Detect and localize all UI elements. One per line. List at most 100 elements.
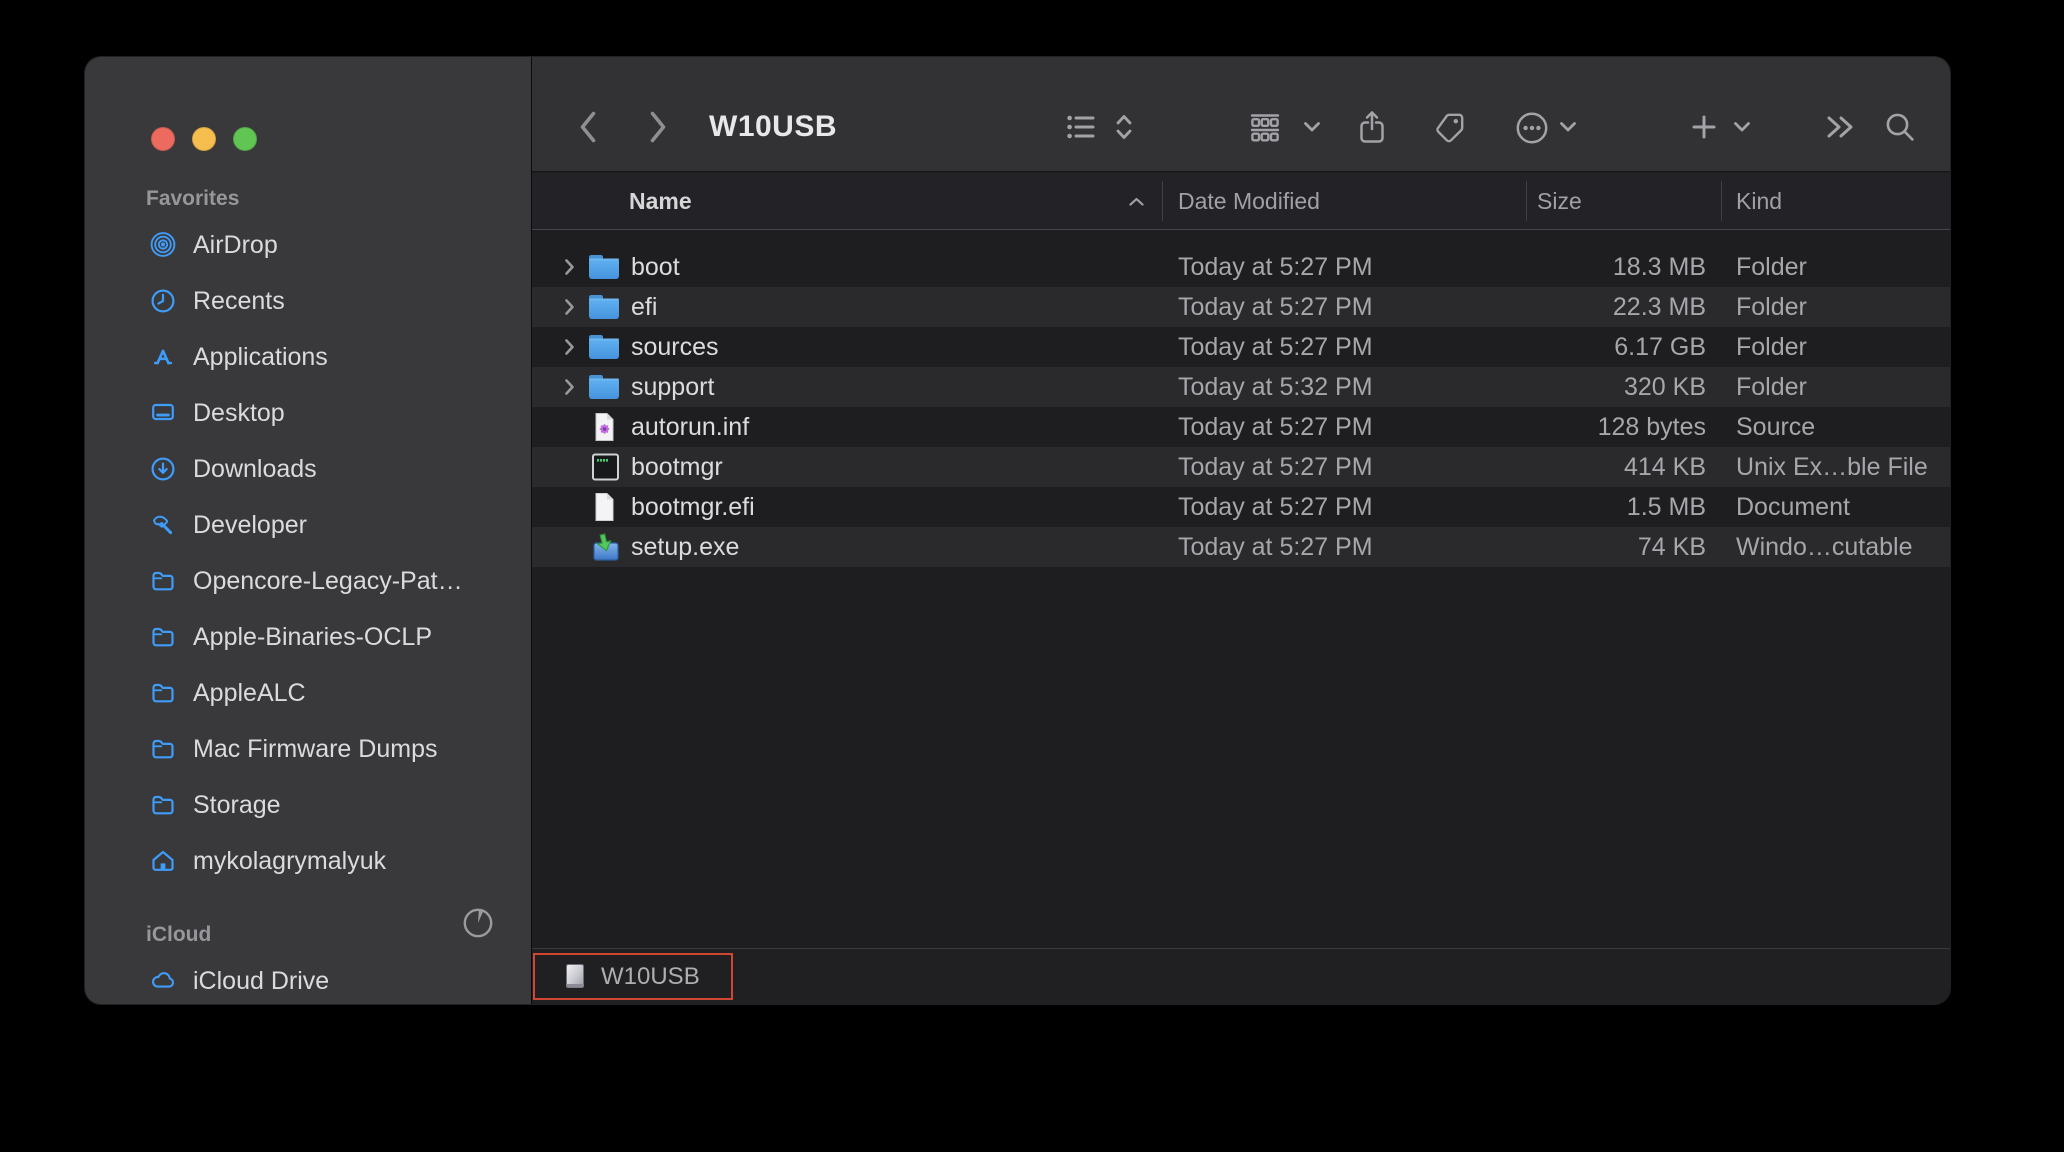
disclosure-chevron-icon[interactable] xyxy=(560,247,578,287)
folder-icon xyxy=(586,252,622,282)
file-date-modified: Today at 5:27 PM xyxy=(1178,453,1373,481)
overflow-chevrons-icon[interactable] xyxy=(1824,113,1856,141)
sidebar-item-opencore-legacy-patcher[interactable]: Opencore-Legacy-Pat… xyxy=(85,553,531,609)
forward-button[interactable] xyxy=(647,109,669,145)
sync-progress-pie-icon xyxy=(460,905,496,941)
document-icon xyxy=(586,492,622,522)
file-date-modified: Today at 5:32 PM xyxy=(1178,373,1373,401)
file-kind: Unix Ex…ble File xyxy=(1736,453,1928,481)
table-row[interactable]: autorun.inf Today at 5:27 PM 128 bytes S… xyxy=(532,407,1950,447)
file-name: efi xyxy=(631,293,658,321)
file-size: 18.3 MB xyxy=(1612,253,1706,281)
table-row[interactable]: bootmgr Today at 5:27 PM 414 KB Unix Ex…… xyxy=(532,447,1950,487)
file-name: autorun.inf xyxy=(631,413,750,441)
file-name: sources xyxy=(631,333,719,361)
chevron-down-icon[interactable] xyxy=(1303,121,1321,133)
back-button[interactable] xyxy=(577,109,599,145)
column-divider[interactable] xyxy=(1162,181,1163,221)
table-row[interactable]: efi Today at 5:27 PM 22.3 MB Folder xyxy=(532,287,1950,327)
window-controls xyxy=(151,127,257,151)
airdrop-icon xyxy=(149,232,177,258)
chevron-down-icon[interactable] xyxy=(1559,121,1577,133)
file-size: 6.17 GB xyxy=(1614,333,1706,361)
table-row[interactable]: bootmgr.efi Today at 5:27 PM 1.5 MB Docu… xyxy=(532,487,1950,527)
column-divider[interactable] xyxy=(1721,181,1722,221)
file-size: 1.5 MB xyxy=(1626,493,1706,521)
folder-icon xyxy=(586,332,622,362)
table-row[interactable]: support Today at 5:32 PM 320 KB Folder xyxy=(532,367,1950,407)
sidebar-item-label: Recents xyxy=(193,286,285,315)
file-date-modified: Today at 5:27 PM xyxy=(1178,333,1373,361)
sidebar-item-developer[interactable]: Developer xyxy=(85,497,531,553)
toolbar: W10USB xyxy=(532,57,1950,172)
add-icon[interactable] xyxy=(1690,113,1718,141)
file-list: boot Today at 5:27 PM 18.3 MB Folder efi… xyxy=(532,247,1950,567)
file-name: boot xyxy=(631,253,680,281)
sidebar-item-recents[interactable]: Recents xyxy=(85,273,531,329)
close-button[interactable] xyxy=(151,127,175,151)
window-title: W10USB xyxy=(709,110,838,143)
sidebar-item-airdrop[interactable]: AirDrop xyxy=(85,217,531,273)
file-date-modified: Today at 5:27 PM xyxy=(1178,493,1373,521)
folder-icon xyxy=(586,372,622,402)
disclosure-chevron-icon[interactable] xyxy=(560,327,578,367)
sidebar-item-downloads[interactable]: Downloads xyxy=(85,441,531,497)
sidebar-item-label: Developer xyxy=(193,510,307,539)
folder-icon xyxy=(149,680,177,706)
sidebar-item-applications[interactable]: Applications xyxy=(85,329,531,385)
share-icon[interactable] xyxy=(1358,109,1386,145)
file-size: 414 KB xyxy=(1623,453,1706,481)
sidebar-item-mac-firmware-dumps[interactable]: Mac Firmware Dumps xyxy=(85,721,531,777)
file-size: 320 KB xyxy=(1623,373,1706,401)
tags-icon[interactable] xyxy=(1434,111,1466,143)
sidebar-item-desktop[interactable]: Desktop xyxy=(85,385,531,441)
path-bar-volume[interactable]: W10USB xyxy=(533,953,733,1000)
more-actions-icon[interactable] xyxy=(1514,110,1550,146)
disclosure-chevron-icon[interactable] xyxy=(560,367,578,407)
file-kind: Folder xyxy=(1736,333,1807,361)
disclosure-chevron-icon[interactable] xyxy=(560,287,578,327)
chevron-down-icon[interactable] xyxy=(1733,121,1751,133)
sidebar-item-label: iCloud Drive xyxy=(193,966,330,995)
view-list-icon[interactable] xyxy=(1066,113,1096,141)
file-name: support xyxy=(631,373,715,401)
sidebar-item-label: Storage xyxy=(193,790,281,819)
column-divider[interactable] xyxy=(1526,181,1527,221)
sidebar-item-label: AppleALC xyxy=(193,678,306,707)
disk-icon xyxy=(559,961,591,993)
table-row[interactable]: sources Today at 5:27 PM 6.17 GB Folder xyxy=(532,327,1950,367)
sidebar-item-storage[interactable]: Storage xyxy=(85,777,531,833)
file-kind: Folder xyxy=(1736,253,1807,281)
search-icon[interactable] xyxy=(1884,111,1916,143)
sidebar-item-label: Mac Firmware Dumps xyxy=(193,734,438,763)
sidebar-item-label: AirDrop xyxy=(193,230,278,259)
file-date-modified: Today at 5:27 PM xyxy=(1178,293,1373,321)
setup-info-file-icon xyxy=(586,412,622,442)
column-header-size[interactable]: Size xyxy=(1537,173,1582,229)
folder-icon xyxy=(149,736,177,762)
table-row[interactable]: boot Today at 5:27 PM 18.3 MB Folder xyxy=(532,247,1950,287)
unix-executable-icon xyxy=(586,452,622,482)
table-row[interactable]: setup.exe Today at 5:27 PM 74 KB Windo…c… xyxy=(532,527,1950,567)
sidebar-item-applealc[interactable]: AppleALC xyxy=(85,665,531,721)
sidebar-item-label: Applications xyxy=(193,342,328,371)
sidebar-item-label: Downloads xyxy=(193,454,317,483)
file-date-modified: Today at 5:27 PM xyxy=(1178,533,1373,561)
sidebar-item-label: Opencore-Legacy-Pat… xyxy=(193,566,463,595)
sidebar-item-label: mykolagrymalyuk xyxy=(193,846,387,875)
windows-installer-icon xyxy=(586,532,622,562)
view-sort-chevrons-icon[interactable] xyxy=(1115,112,1133,142)
column-headers: Name Date Modified Size Kind xyxy=(532,173,1950,230)
column-header-kind[interactable]: Kind xyxy=(1736,173,1782,229)
file-kind: Windo…cutable xyxy=(1736,533,1913,561)
sidebar-item-apple-binaries-oclp[interactable]: Apple-Binaries-OCLP xyxy=(85,609,531,665)
group-by-icon[interactable] xyxy=(1249,112,1281,142)
sidebar-item-home[interactable]: mykolagrymalyuk xyxy=(85,833,531,889)
minimize-button[interactable] xyxy=(192,127,216,151)
file-size: 74 KB xyxy=(1637,533,1706,561)
sidebar-item-label: Desktop xyxy=(193,398,285,427)
sidebar-item-icloud-drive[interactable]: iCloud Drive xyxy=(85,953,531,1004)
column-header-date-modified[interactable]: Date Modified xyxy=(1178,173,1320,229)
column-header-name[interactable]: Name xyxy=(629,173,692,229)
zoom-button[interactable] xyxy=(233,127,257,151)
